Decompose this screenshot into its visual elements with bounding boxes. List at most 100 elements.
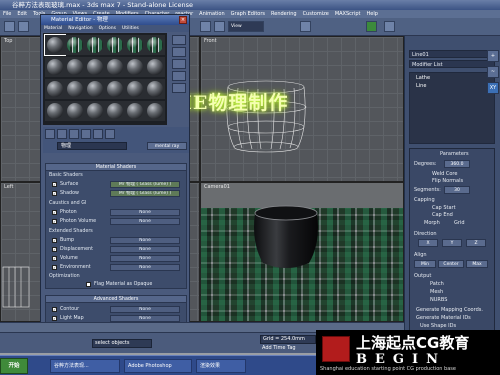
generate-mapping-checkbox[interactable]: Generate Mapping Coords. (416, 307, 483, 313)
material-sample-slot[interactable] (85, 35, 105, 55)
material-sample-slot[interactable] (65, 101, 85, 121)
cap-end-checkbox[interactable]: Cap End (432, 212, 453, 218)
view-dropdown[interactable]: View (228, 21, 264, 32)
material-sample-slot[interactable] (45, 79, 65, 99)
background-icon[interactable] (172, 59, 186, 69)
move-icon[interactable] (214, 21, 225, 32)
displacement-shader-button[interactable]: None (110, 246, 180, 253)
material-sample-slot[interactable] (105, 79, 125, 99)
material-sample-slot[interactable] (145, 35, 165, 55)
flag-opaque-checkbox[interactable] (86, 282, 91, 287)
menu-item[interactable]: File (0, 10, 14, 18)
photon-volume-shader-button[interactable]: None (110, 218, 180, 225)
video-check-icon[interactable] (172, 83, 186, 93)
shadow-checkbox[interactable]: ✓ (52, 191, 57, 196)
object-name-field[interactable]: Line01 (409, 50, 495, 58)
volume-checkbox[interactable]: ✓ (52, 256, 57, 261)
material-sample-slot[interactable] (85, 101, 105, 121)
material-sample-slot[interactable] (125, 101, 145, 121)
photon-checkbox[interactable]: ✓ (52, 210, 57, 215)
lightmap-shader-button[interactable]: None (110, 315, 180, 322)
displacement-checkbox[interactable]: ✓ (52, 247, 57, 252)
select-icon[interactable] (200, 21, 211, 32)
material-shaders-header[interactable]: Material Shaders (46, 164, 186, 171)
material-sample-slot[interactable] (145, 79, 165, 99)
material-sample-slot[interactable] (44, 34, 66, 56)
stack-item-line[interactable]: Line (416, 83, 426, 89)
axis-x-button[interactable]: X (418, 239, 438, 247)
material-sample-slot[interactable] (125, 79, 145, 99)
backlight-icon[interactable] (172, 47, 186, 57)
material-menu-item[interactable]: Utilities (119, 25, 142, 32)
generate-material-ids-checkbox[interactable]: Generate Material IDs (416, 315, 471, 321)
make-unique-icon[interactable] (93, 129, 103, 139)
lightmap-checkbox[interactable]: ✓ (52, 316, 57, 321)
surface-checkbox[interactable]: ✓ (52, 182, 57, 187)
output-patch-radio[interactable]: Patch (430, 281, 444, 287)
material-sample-slot[interactable] (85, 57, 105, 77)
menu-item[interactable]: MAXScript (332, 10, 364, 18)
material-menu-item[interactable]: Options (96, 25, 119, 32)
material-name-field[interactable]: 物理 (57, 142, 127, 150)
modify-tab-icon[interactable]: ~ (487, 66, 499, 78)
photon-volume-checkbox[interactable]: ✓ (52, 219, 57, 224)
cap-start-checkbox[interactable]: Cap Start (432, 205, 456, 211)
flip-normals-checkbox[interactable]: Flip Normals (432, 178, 463, 184)
volume-shader-button[interactable]: None (110, 255, 180, 262)
material-sample-slot[interactable] (85, 79, 105, 99)
material-sample-slot[interactable] (65, 79, 85, 99)
task-3dsmax[interactable]: 谷粹方法表现... (50, 359, 120, 373)
material-sample-slot[interactable] (125, 57, 145, 77)
segments-field[interactable]: 30 (444, 186, 470, 194)
quick-render-icon[interactable] (384, 21, 395, 32)
axis-z-button[interactable]: Z (466, 239, 486, 247)
material-type-button[interactable]: mental ray (147, 142, 187, 150)
modifier-list-dropdown[interactable]: Modifier List (409, 60, 495, 68)
material-sample-slot[interactable] (45, 57, 65, 77)
undo-icon[interactable] (4, 21, 15, 32)
contour-checkbox[interactable]: ✓ (52, 307, 57, 312)
delete-material-icon[interactable] (105, 129, 115, 139)
task-render[interactable]: 渲染效果 (196, 359, 246, 373)
degrees-field[interactable]: 360.0 (444, 160, 470, 168)
surface-shader-button[interactable]: Mr 物理 ( Glass (lume) ) (110, 181, 180, 188)
menu-item[interactable]: Rendering (268, 10, 300, 18)
uv-tiling-icon[interactable] (172, 71, 186, 81)
xy-axis-icon[interactable]: XY (487, 82, 499, 94)
material-sample-slot[interactable] (105, 35, 125, 55)
photon-shader-button[interactable]: None (110, 209, 180, 216)
morph-radio[interactable]: Morph (424, 220, 440, 226)
close-icon[interactable]: × (179, 16, 187, 24)
use-shape-ids-checkbox[interactable]: Use Shape IDs (420, 323, 456, 329)
axis-y-button[interactable]: Y (442, 239, 462, 247)
material-sample-slot[interactable] (145, 101, 165, 121)
align-min-button[interactable]: Min (414, 260, 436, 268)
add-time-tag-button[interactable]: Add Time Tag (260, 345, 316, 353)
menu-item[interactable]: Edit (14, 10, 30, 18)
assign-material-icon[interactable] (69, 129, 79, 139)
task-photoshop[interactable]: Adobe Photoshop (124, 359, 192, 373)
menu-item[interactable]: Customize (300, 10, 332, 18)
environment-checkbox[interactable]: ✓ (52, 265, 57, 270)
contour-shader-button[interactable]: None (110, 306, 180, 313)
output-nurbs-radio[interactable]: NURBS (430, 297, 447, 303)
material-sample-slot[interactable] (105, 101, 125, 121)
align-max-button[interactable]: Max (466, 260, 488, 268)
menu-item[interactable]: Graph Editors (228, 10, 268, 18)
shadow-shader-button[interactable]: Mr 物理 ( Glass (lume) ) (110, 190, 180, 197)
viewport-camera[interactable]: Camera01 (200, 182, 404, 322)
material-sample-slot[interactable] (145, 57, 165, 77)
advanced-shaders-header[interactable]: Advanced Shaders (46, 296, 186, 303)
align-center-button[interactable]: Center (438, 260, 464, 268)
render-icon[interactable] (300, 21, 311, 32)
bump-shader-button[interactable]: None (110, 237, 180, 244)
menu-item[interactable]: Help (363, 10, 380, 18)
put-to-scene-icon[interactable] (57, 129, 67, 139)
redo-icon[interactable] (18, 21, 29, 32)
sample-type-icon[interactable] (172, 35, 186, 45)
material-sample-slot[interactable] (65, 57, 85, 77)
create-tab-icon[interactable]: + (487, 50, 499, 62)
bump-checkbox[interactable]: ✓ (52, 238, 57, 243)
material-sample-slot[interactable] (125, 35, 145, 55)
help-icon[interactable] (366, 21, 377, 32)
